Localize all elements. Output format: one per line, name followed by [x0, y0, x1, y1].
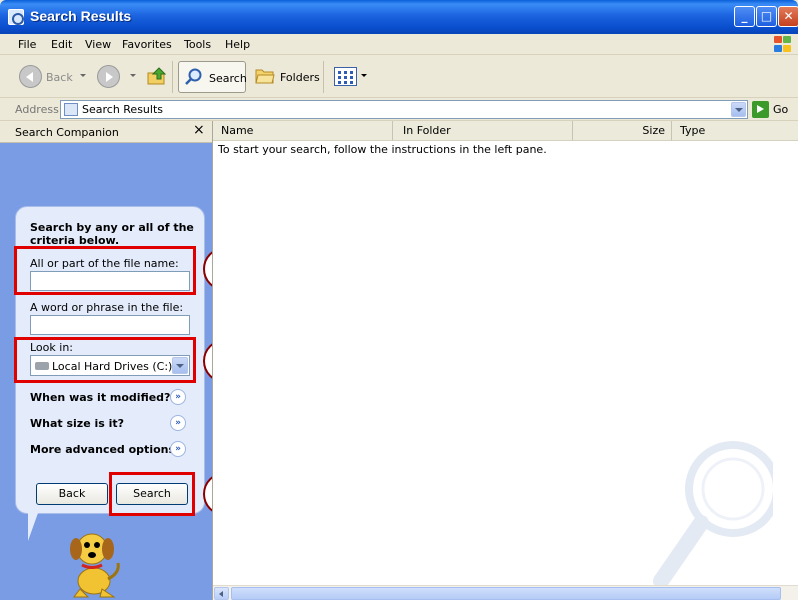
search-window-icon	[8, 9, 24, 25]
menu-bar: File Edit View Favorites Tools Help	[0, 34, 798, 55]
filename-highlight-box	[14, 246, 196, 295]
address-bar: Address Search Results Go	[0, 98, 798, 121]
expand-chevron-icon[interactable]: »	[170, 415, 186, 431]
menu-file[interactable]: File	[18, 38, 36, 51]
back-arrow-icon[interactable]	[19, 65, 42, 88]
column-in-folder[interactable]: In Folder	[393, 121, 573, 141]
close-pane-icon[interactable]: ×	[193, 122, 205, 138]
toolbar-separator	[172, 61, 173, 93]
toolbar-separator	[323, 61, 324, 93]
address-value: Search Results	[82, 103, 164, 116]
title-bar[interactable]: Search Results _ □ ✕	[0, 0, 798, 34]
back-dropdown-icon[interactable]	[80, 74, 86, 77]
windows-logo-icon	[774, 36, 792, 53]
option-when-modified[interactable]: When was it modified? »	[30, 389, 190, 407]
option-size[interactable]: What size is it? »	[30, 415, 190, 433]
up-folder-icon[interactable]	[147, 66, 167, 86]
column-name[interactable]: Name	[213, 121, 393, 141]
address-label: Address	[15, 103, 59, 116]
address-dropdown-icon[interactable]	[731, 102, 746, 117]
phrase-input[interactable]	[30, 315, 190, 335]
address-field[interactable]: Search Results	[60, 100, 748, 119]
toolbar: Back Search Folders	[0, 55, 798, 98]
forward-arrow-icon[interactable]	[97, 65, 120, 88]
search-results-window: Search Results _ □ ✕ File Edit View Favo…	[0, 0, 798, 600]
folders-icon[interactable]	[255, 67, 275, 84]
results-pane: Name In Folder Size Type To start your s…	[212, 121, 798, 600]
menu-tools[interactable]: Tools	[184, 38, 211, 51]
search-hint: To start your search, follow the instruc…	[218, 143, 547, 156]
maximize-button[interactable]: □	[756, 6, 777, 27]
column-type[interactable]: Type	[672, 121, 798, 141]
back-label[interactable]: Back	[46, 71, 73, 84]
back-button[interactable]: Back	[36, 483, 108, 505]
search-dog-icon[interactable]	[58, 523, 128, 598]
expand-chevron-icon[interactable]: »	[170, 441, 186, 457]
magnifier-watermark-icon	[653, 441, 773, 589]
menu-view[interactable]: View	[85, 38, 111, 51]
criteria-title: Search by any or all of the criteria bel…	[30, 221, 194, 247]
lookin-highlight-box	[14, 337, 196, 383]
window-title: Search Results	[30, 8, 132, 24]
minimize-button[interactable]: _	[734, 6, 755, 27]
search-companion-header: Search Companion ×	[0, 121, 212, 143]
magnifier-icon	[185, 68, 202, 85]
folders-label[interactable]: Folders	[280, 71, 320, 84]
search-toolbar-button[interactable]: Search	[178, 61, 247, 93]
close-button[interactable]: ✕	[778, 6, 798, 27]
search-highlight-box	[109, 472, 195, 516]
menu-help[interactable]: Help	[225, 38, 250, 51]
search-toolbar-label: Search	[209, 72, 247, 85]
phrase-label: A word or phrase in the file:	[30, 301, 184, 314]
speech-bubble-tail	[28, 513, 48, 541]
search-results-icon	[64, 103, 78, 116]
go-arrow-icon[interactable]	[752, 101, 769, 118]
scroll-thumb[interactable]	[231, 587, 781, 600]
forward-dropdown-icon[interactable]	[130, 74, 136, 77]
views-dropdown-icon[interactable]	[361, 74, 367, 77]
views-icon[interactable]	[334, 67, 357, 86]
go-label[interactable]: Go	[773, 103, 788, 116]
option-label: When was it modified?	[30, 391, 171, 404]
menu-favorites[interactable]: Favorites	[122, 38, 172, 51]
horizontal-scrollbar[interactable]	[213, 585, 798, 600]
companion-title: Search Companion	[15, 126, 119, 139]
option-advanced[interactable]: More advanced options »	[30, 441, 190, 459]
option-label: What size is it?	[30, 417, 125, 430]
column-size[interactable]: Size	[573, 121, 672, 141]
option-label: More advanced options	[30, 443, 176, 456]
expand-chevron-icon[interactable]: »	[170, 389, 186, 405]
menu-edit[interactable]: Edit	[51, 38, 72, 51]
scroll-left-icon[interactable]	[214, 587, 229, 600]
